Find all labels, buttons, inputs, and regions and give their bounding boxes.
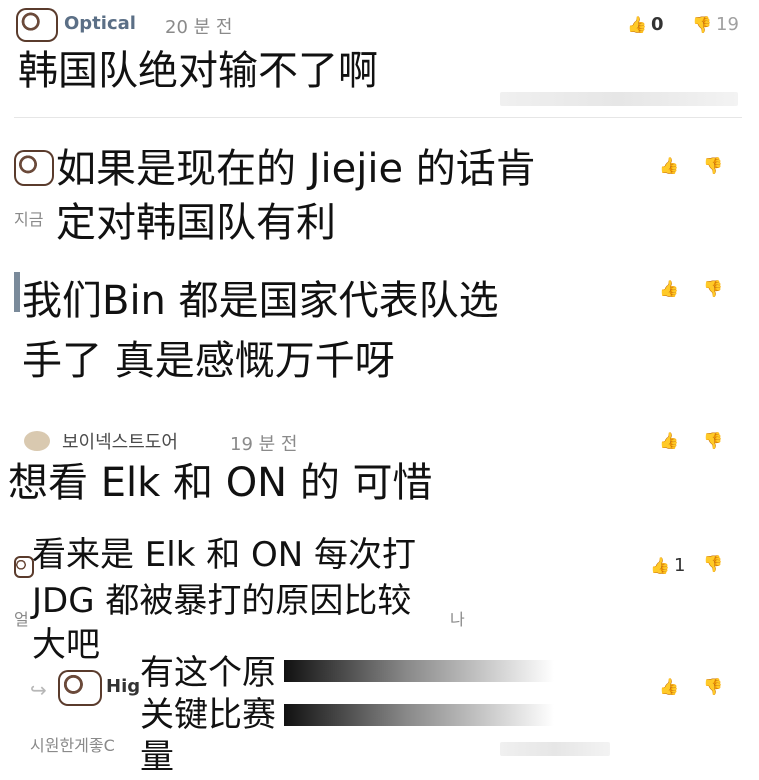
like-button[interactable]: 👍 1 (650, 555, 685, 576)
dislike-button[interactable]: 👎 (703, 431, 723, 450)
comment-text-line: 定对韩国队有利 (56, 200, 336, 246)
like-count: 0 (651, 14, 664, 35)
thumbs-up-icon: 👍 (659, 677, 679, 696)
thumbs-up-icon: 👍 (627, 14, 647, 34)
comment-text-line: 关键比赛 (140, 695, 276, 735)
comment-text-fragment: 지금 (14, 210, 44, 229)
comment-time: 20 분 전 (165, 17, 233, 38)
avatar (58, 670, 102, 706)
comment-text: 韩国队绝对输不了啊 (18, 48, 378, 94)
comment-time: 19 분 전 (230, 434, 298, 455)
comment-text-line: JDG 都被暴打的原因比较 (32, 581, 412, 621)
like-button[interactable]: 👍 (659, 156, 679, 175)
comment-text-line: 手了 真是感慨万千呀 (22, 338, 395, 384)
dislike-button[interactable]: 👎 (703, 156, 723, 175)
avatar (24, 431, 50, 451)
redaction-bar (284, 660, 554, 682)
dislike-button[interactable]: 👎 (703, 677, 723, 696)
like-button[interactable]: 👍 (659, 279, 679, 298)
comment-text-fragment: 얼 (14, 610, 29, 629)
thumbs-down-icon: 👎 (703, 677, 723, 696)
thumbs-down-icon: 👎 (703, 156, 723, 175)
thumbs-down-icon: 👎 (703, 279, 723, 298)
avatar (16, 8, 58, 42)
blurred-content (500, 742, 610, 756)
thumbs-up-icon: 👍 (659, 431, 679, 450)
comment-text-line: 大吧 (32, 625, 100, 665)
comment-author[interactable]: 보이넥스트도어 (62, 428, 178, 454)
comment-author[interactable]: Hig (106, 676, 140, 697)
comment-text-fragment: 나 (450, 610, 465, 629)
dislike-button[interactable]: 👎 (703, 554, 723, 573)
redaction-bar (284, 704, 554, 726)
divider (14, 117, 742, 118)
dislike-button[interactable]: 👎 19 (692, 14, 739, 35)
reply-arrow-icon: ↪ (30, 678, 47, 702)
thumbs-down-icon: 👎 (703, 431, 723, 450)
blurred-content (500, 92, 738, 106)
dislike-button[interactable]: 👎 (703, 279, 723, 298)
comment-text-line: 量 (140, 737, 174, 777)
like-button[interactable]: 👍 0 (627, 14, 664, 35)
comment-author-fragment: 시원한게좋C (30, 736, 115, 755)
like-button[interactable]: 👍 (659, 677, 679, 696)
thumbs-down-icon: 👎 (703, 554, 723, 573)
comment-author[interactable]: Optical (64, 13, 136, 34)
comment-text: 想看 Elk 和 ON 的 可惜 (8, 460, 433, 506)
avatar (14, 272, 20, 312)
thumbs-up-icon: 👍 (650, 555, 670, 575)
thumbs-up-icon: 👍 (659, 156, 679, 175)
avatar (14, 556, 34, 578)
comment-text-line: 我们Bin 都是国家代表队选 (22, 278, 499, 324)
thumbs-down-icon: 👎 (692, 14, 712, 34)
comment-text-line: 有这个原 (140, 653, 276, 693)
thumbs-up-icon: 👍 (659, 279, 679, 298)
dislike-count: 19 (716, 14, 739, 35)
like-count: 1 (674, 555, 686, 576)
comment-text-line: 看来是 Elk 和 ON 每次打 (32, 535, 417, 575)
like-button[interactable]: 👍 (659, 431, 679, 450)
avatar (14, 150, 54, 186)
comment-text-line: 如果是现在的 Jiejie 的话肯 (56, 146, 536, 192)
